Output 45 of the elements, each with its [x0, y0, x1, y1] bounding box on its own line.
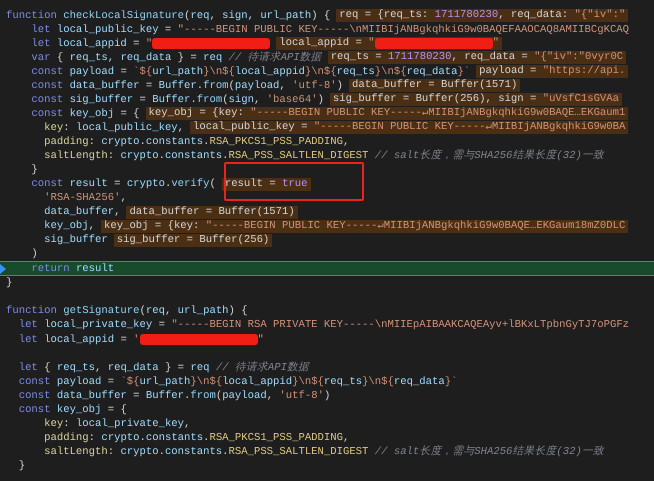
code-text: }: [18, 458, 26, 474]
code-text: }: [6, 276, 12, 290]
code-text: 'RSA-SHA256',: [43, 191, 127, 206]
code-text: key_obj,: [43, 219, 96, 234]
code-text: const key_obj = {: [18, 402, 127, 417]
inline-value-hint: sig_buffer = Buffer(256): [114, 234, 272, 247]
code-text: let local_appid = ': [18, 332, 140, 347]
inline-value-hint: local_appid = " ": [276, 37, 502, 50]
code-text: let { req_ts, req_data } = req // 待请求API数据: [18, 360, 309, 375]
inline-value-hint: data_buffer = Buffer(1571): [126, 206, 298, 219]
code-text: const result = crypto.verify(: [30, 177, 216, 192]
code-text: const data_buffer = Buffer.from(payload, 'utf-8'): [18, 388, 330, 403]
execution-pointer-icon: [0, 264, 6, 274]
code-text: const payload = `${url_path}\n${local_appid}\n${req_ts}\n${req_data}`: [30, 64, 470, 79]
code-text: let local_private_key = "-----BEGIN RSA PRIVATE KEY-----\nMIIEpAIBAAKCAQEAyv+lBKxLTpbnGyTJ7oPGFz: [18, 318, 630, 333]
inline-value-hint: sig_buffer = Buffer(256), sign = "uVsfC1sGVAa: [330, 93, 622, 106]
code-text: saltLength: crypto.constants.RSA_PSS_SALTLEN_DIGEST // salt长度，需与SHA256结果长度(32)一致: [43, 148, 604, 164]
code-text: key: local_private_key,: [43, 416, 190, 431]
inline-value-hint: key_obj = {key: "-----BEGIN PUBLIC KEY-----↵MIIBIjANBgkqhkiG9w0BAQE…EKGaum18mZ0DLC: [101, 220, 628, 233]
inline-value-hint: result = true: [222, 178, 310, 191]
code-text: key: local_public_key,: [43, 120, 184, 135]
code-text: data_buffer,: [43, 205, 120, 220]
inline-value-hint: payload = "https://api.: [476, 65, 628, 78]
code-text: ": [258, 332, 264, 347]
code-text: function getSignature(req, url_path) {: [6, 304, 248, 318]
code-text: saltLength: crypto.constants.RSA_PSS_SALTLEN_DIGEST // salt长度，需与SHA256结果长度(32)一致: [43, 444, 604, 459]
inline-value-hint: req_ts = 1711780230, req_data = "{"iv":"0vyr0C: [328, 51, 626, 64]
code-text: }: [30, 163, 38, 178]
inline-value-hint: local_public_key = "-----BEGIN PUBLIC KEY-----↵MIIBIjANBgkqhkiG9w0BA: [190, 121, 628, 134]
code-text: const key_obj = {: [30, 106, 140, 121]
code-text: return result: [30, 262, 114, 276]
inline-value-hint: data_buffer = Buffer(1571): [349, 79, 520, 92]
code-text: const payload = `${url_path}\n${local_appid}\n${req_ts}\n${req_data}`: [18, 374, 458, 389]
code-text: let local_public_key = "-----BEGIN PUBLIC KEY-----\nMIIBIjANBgkqhkiG9w0BAQEFAAOCAQ8AMIIBCgKCAQ: [30, 22, 630, 37]
code-text: function checkLocalSignature(req, sign, url_path) {: [6, 8, 330, 23]
inline-value-hint: req = {req_ts: 1711780230, req_data: "{"iv":": [336, 9, 628, 22]
inline-value-hint: key_obj = {key: "-----BEGIN PUBLIC KEY-----↵MIIBIjANBgkqhkiG9w0BAQE…EKGaum1: [146, 107, 628, 120]
code-text: const sig_buffer = Buffer.from(sign, 'base64'): [30, 92, 324, 107]
code-text: var { req_ts, req_data } = req // 待请求API数据: [30, 50, 322, 65]
code-text: const data_buffer = Buffer.from(payload, 'utf-8'): [30, 78, 344, 93]
code-text: ): [30, 247, 38, 262]
code-text: sig_buffer: [43, 233, 108, 248]
code-text: padding: crypto.constants.RSA_PKCS1_PSS_PADDING,: [43, 134, 350, 149]
code-text: let local_appid = ": [30, 36, 152, 51]
code-text: padding: crypto.constants.RSA_PKCS1_PSS_PADDING,: [43, 430, 350, 445]
